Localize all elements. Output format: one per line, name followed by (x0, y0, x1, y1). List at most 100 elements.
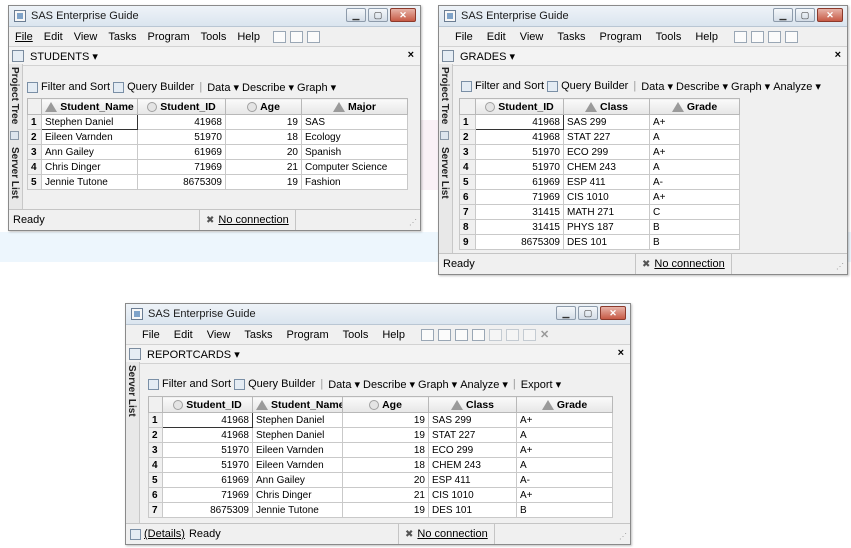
menu-help[interactable]: Help (695, 31, 718, 43)
row-number[interactable]: 7 (148, 502, 163, 518)
table-row[interactable]: 3 51970 ECO 299 A+ (459, 144, 740, 160)
new-icon[interactable] (272, 30, 286, 43)
table-cell[interactable]: B (649, 219, 740, 235)
row-number[interactable]: 3 (27, 144, 42, 160)
menu-file[interactable]: File (455, 31, 473, 43)
project-tree-tab[interactable]: Project Tree (439, 64, 450, 127)
table-cell[interactable]: B (516, 502, 613, 518)
table-row[interactable]: 8 31415 PHYS 187 B (459, 219, 740, 235)
query-builder-button[interactable]: Query Builder (561, 80, 628, 92)
query-builder-button[interactable]: Query Builder (248, 378, 315, 390)
table-row[interactable]: 4 51970 CHEM 243 A (459, 159, 740, 175)
title-bar[interactable]: SAS Enterprise Guide ▁ ▢ ✕ (9, 6, 420, 27)
query-builder-button[interactable]: Query Builder (127, 81, 194, 93)
menu-tasks[interactable]: Tasks (108, 31, 136, 43)
table-cell[interactable]: 71969 (475, 189, 564, 205)
cut-icon[interactable] (488, 328, 502, 341)
table-row[interactable]: 4 51970 Eileen Varnden 18 CHEM 243 A (148, 457, 613, 473)
print-icon[interactable] (471, 328, 485, 341)
row-number[interactable]: 5 (459, 174, 476, 190)
minimize-button[interactable]: ▁ (773, 8, 793, 22)
close-button[interactable]: ✕ (600, 306, 626, 320)
copy-icon[interactable] (505, 328, 519, 341)
table-cell[interactable]: PHYS 187 (563, 219, 650, 235)
table-cell[interactable]: 8675309 (137, 174, 226, 190)
table-row[interactable]: 7 31415 MATH 271 C (459, 204, 740, 220)
table-cell[interactable]: SAS 299 (563, 114, 650, 130)
table-cell[interactable]: A+ (649, 114, 740, 130)
table-cell[interactable]: A- (649, 174, 740, 190)
row-number[interactable]: 8 (459, 219, 476, 235)
table-row[interactable]: 7 8675309 Jennie Tutone 19 DES 101 B (148, 502, 613, 518)
menu-program[interactable]: Program (286, 329, 328, 341)
graph-menu[interactable]: Graph ▾ (731, 80, 770, 93)
maximize-button[interactable]: ▢ (795, 8, 815, 22)
table-cell[interactable]: CIS 1010 (428, 487, 517, 503)
table-cell[interactable]: Stephen Daniel (252, 427, 343, 443)
table-cell[interactable]: 21 (342, 487, 429, 503)
table-cell[interactable]: A+ (649, 189, 740, 205)
table-cell[interactable]: 18 (225, 129, 302, 145)
corner-cell[interactable] (459, 98, 476, 115)
table-cell[interactable]: 19 (342, 502, 429, 518)
graph-menu[interactable]: Graph ▾ (418, 378, 457, 391)
table-cell[interactable]: 51970 (137, 129, 226, 145)
table-cell[interactable]: 51970 (162, 457, 253, 473)
menu-tools[interactable]: Tools (201, 31, 227, 43)
document-tab[interactable]: GRADES ▾ (460, 50, 515, 63)
table-row[interactable]: 4 Chris Dinger 71969 21 Computer Science (27, 159, 408, 175)
table-row[interactable]: 3 51970 Eileen Varnden 18 ECO 299 A+ (148, 442, 613, 458)
table-cell[interactable]: A+ (516, 412, 613, 428)
tools-icon[interactable] (767, 30, 781, 43)
column-header[interactable]: Age (342, 396, 429, 413)
column-header[interactable]: Major (301, 98, 408, 115)
table-row[interactable]: 5 Jennie Tutone 8675309 19 Fashion (27, 174, 408, 190)
table-cell[interactable]: CHEM 243 (563, 159, 650, 175)
delete-icon[interactable]: ✕ (540, 328, 549, 341)
column-header[interactable]: Class (563, 98, 650, 115)
table-cell[interactable]: A (516, 427, 613, 443)
table-cell[interactable]: 19 (225, 174, 302, 190)
filter-and-sort-button[interactable]: Filter and Sort (475, 80, 544, 92)
table-cell[interactable]: 41968 (475, 114, 564, 130)
describe-menu[interactable]: Describe ▾ (242, 81, 294, 94)
menu-edit[interactable]: Edit (487, 31, 506, 43)
row-number[interactable]: 2 (459, 129, 476, 145)
menu-edit[interactable]: Edit (174, 329, 193, 341)
filter-and-sort-button[interactable]: Filter and Sort (162, 378, 231, 390)
describe-menu[interactable]: Describe ▾ (676, 80, 728, 93)
table-row[interactable]: 1 41968 Stephen Daniel 19 SAS 299 A+ (148, 412, 613, 428)
table-cell[interactable]: ESP 411 (563, 174, 650, 190)
table-cell[interactable]: Fashion (301, 174, 408, 190)
tools-icon[interactable] (454, 328, 468, 341)
table-cell[interactable]: Ann Gailey (252, 472, 343, 488)
resize-grip-icon[interactable]: ⋰ (409, 218, 417, 227)
row-number[interactable]: 4 (27, 159, 42, 175)
print-icon[interactable] (784, 30, 798, 43)
row-number[interactable]: 3 (148, 442, 163, 458)
row-number[interactable]: 6 (459, 189, 476, 205)
menu-tools[interactable]: Tools (343, 329, 369, 341)
menu-tools[interactable]: Tools (656, 31, 682, 43)
table-cell[interactable]: Eileen Varnden (41, 129, 138, 145)
table-cell[interactable]: 18 (342, 457, 429, 473)
table-cell[interactable]: DES 101 (428, 502, 517, 518)
connection-link[interactable]: No connection (218, 214, 288, 226)
table-row[interactable]: 5 61969 Ann Gailey 20 ESP 411 A- (148, 472, 613, 488)
details-link[interactable]: (Details) (144, 528, 185, 540)
table-cell[interactable]: STAT 227 (428, 427, 517, 443)
row-number[interactable]: 2 (148, 427, 163, 443)
row-number[interactable]: 4 (148, 457, 163, 473)
data-menu[interactable]: Data ▾ (328, 378, 360, 391)
table-cell[interactable]: ECO 299 (563, 144, 650, 160)
table-cell[interactable]: STAT 227 (563, 129, 650, 145)
graph-menu[interactable]: Graph ▾ (297, 81, 336, 94)
maximize-button[interactable]: ▢ (368, 8, 388, 22)
table-cell[interactable]: A (649, 159, 740, 175)
table-cell[interactable]: Chris Dinger (41, 159, 138, 175)
table-cell[interactable]: SAS (301, 114, 408, 130)
table-cell[interactable]: 51970 (475, 144, 564, 160)
table-cell[interactable]: 31415 (475, 219, 564, 235)
row-number[interactable]: 4 (459, 159, 476, 175)
table-cell[interactable]: Eileen Varnden (252, 457, 343, 473)
